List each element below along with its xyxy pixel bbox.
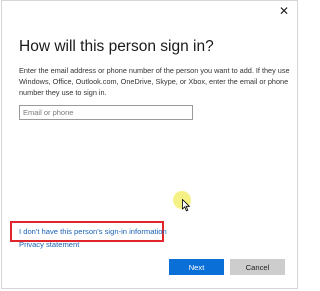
email-or-phone-input[interactable] [19,105,193,120]
close-icon[interactable]: ✕ [277,4,291,18]
dialog-title: How will this person sign in? [19,38,214,55]
sign-in-dialog: ✕ How will this person sign in? Enter th… [1,0,298,289]
cancel-button[interactable]: Cancel [230,259,285,275]
mouse-pointer-icon [182,199,191,212]
next-button[interactable]: Next [169,259,224,275]
privacy-statement-link[interactable]: Privacy statement [19,240,79,249]
dialog-description: Enter the email address or phone number … [19,66,290,97]
no-signin-info-link[interactable]: I don't have this person's sign-in infor… [19,227,167,236]
